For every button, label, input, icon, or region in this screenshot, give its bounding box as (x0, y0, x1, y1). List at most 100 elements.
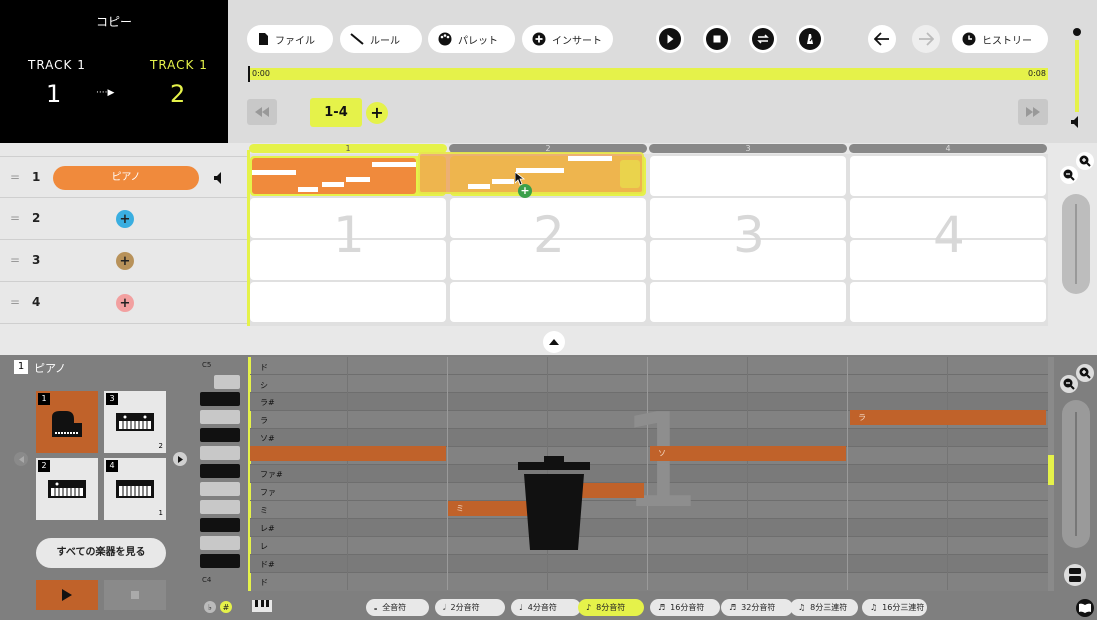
instrument-button[interactable]: ピアノ (53, 166, 199, 190)
drag-handle-icon[interactable]: = (10, 254, 20, 266)
clip-cell[interactable] (850, 282, 1046, 322)
white-key[interactable] (200, 482, 240, 496)
editor-vertical-scroll[interactable] (1062, 400, 1090, 548)
play-button[interactable] (656, 25, 684, 53)
note-label: ソ# (260, 434, 275, 443)
collapse-button[interactable] (543, 331, 565, 353)
preview-play-button[interactable] (36, 580, 98, 610)
redo-button[interactable] (912, 25, 940, 53)
white-key[interactable] (214, 375, 240, 389)
black-key[interactable] (200, 392, 240, 406)
clip-cell[interactable] (650, 282, 846, 322)
quarter-note-icon: ♩ (519, 603, 523, 612)
duration-sixteenth[interactable]: ♬ 16分音符 (650, 599, 720, 616)
file-button[interactable]: ファイル (247, 25, 333, 53)
keyboard-toggle-icon[interactable] (252, 600, 272, 612)
fast-forward-button[interactable] (1018, 99, 1048, 125)
clip-cell[interactable] (450, 282, 646, 322)
metronome-icon (799, 28, 821, 50)
white-key[interactable] (200, 446, 240, 460)
volume-slider[interactable] (1075, 40, 1079, 112)
duration-eighth-triplet[interactable]: ♫ 8分三連符 (790, 599, 858, 616)
preview-stop-button[interactable] (104, 580, 166, 610)
playhead-line[interactable] (247, 150, 250, 332)
vertical-scroll[interactable] (1062, 194, 1090, 294)
drag-handle-icon[interactable]: = (10, 212, 20, 224)
see-all-instruments-button[interactable]: すべての楽器を見る (36, 538, 166, 568)
track-row-3: = 3 + (0, 240, 248, 282)
flat-toggle[interactable]: ♭ (204, 601, 216, 613)
cards-next-button[interactable] (173, 452, 187, 466)
palette-icon (438, 32, 452, 46)
trash-icon[interactable] (518, 456, 590, 550)
card-badge: 2 (158, 442, 163, 450)
piano-roll-row (250, 573, 1048, 591)
metronome-button[interactable] (796, 25, 824, 53)
sharp-toggle[interactable]: # (220, 601, 232, 613)
duration-eighth[interactable]: ♪ 8分音符 (578, 599, 644, 616)
instrument-card-3[interactable]: 3 2 (104, 391, 166, 453)
bar-label-1[interactable]: 1 (249, 144, 447, 153)
add-instrument-button[interactable]: + (116, 294, 134, 312)
speaker-icon[interactable] (214, 172, 224, 184)
black-key[interactable] (200, 428, 240, 442)
duration-quarter[interactable]: ♩ 4分音符 (511, 599, 581, 616)
drag-handle-icon[interactable]: = (10, 171, 20, 183)
add-instrument-button[interactable]: + (116, 252, 134, 270)
insert-button[interactable]: インサート (522, 25, 613, 53)
note-block[interactable]: ラ (850, 410, 1046, 425)
clip-cell[interactable] (850, 156, 1046, 196)
volume-knob[interactable] (1073, 28, 1081, 36)
cards-prev-button[interactable] (14, 452, 28, 466)
duration-half[interactable]: 𝅗𝅥 2分音符 (435, 599, 505, 616)
instrument-card-2[interactable]: 2 (36, 458, 98, 520)
file-icon (259, 33, 268, 45)
black-key[interactable] (200, 464, 240, 478)
note-block[interactable]: ソ (650, 446, 846, 461)
duration-whole[interactable]: 𝅝 全音符 (366, 599, 429, 616)
rewind-button[interactable] (247, 99, 277, 125)
white-key[interactable] (200, 410, 240, 424)
duration-sixteenth-triplet[interactable]: ♫ 16分三連符 (862, 599, 927, 616)
zoom-in-button[interactable] (1076, 152, 1094, 170)
add-instrument-button[interactable]: + (116, 210, 134, 228)
note-label: ラ (260, 416, 268, 425)
clip-cell[interactable] (650, 156, 846, 196)
editor-zoom-out-button[interactable] (1060, 375, 1078, 393)
palette-button[interactable]: パレット (428, 25, 515, 53)
white-key[interactable] (200, 536, 240, 550)
zoom-out-button[interactable] (1060, 166, 1078, 184)
scroll-track (1075, 204, 1077, 284)
help-book-button[interactable] (1076, 599, 1094, 617)
clip-cell[interactable] (250, 282, 446, 322)
undo-button[interactable] (868, 25, 896, 53)
pitch-scroll-indicator[interactable] (1048, 455, 1054, 485)
editor-mode-button[interactable] (1064, 564, 1086, 586)
history-button[interactable]: ヒストリー (952, 25, 1048, 53)
zoom-out-icon (1063, 169, 1075, 181)
source-clip[interactable] (252, 158, 416, 194)
bar-label-3[interactable]: 3 (649, 144, 847, 153)
black-key[interactable] (200, 554, 240, 568)
beat-line (947, 357, 948, 590)
rule-button[interactable]: ルール (340, 25, 422, 53)
note-label: ファ# (260, 470, 283, 479)
timeline-bar[interactable] (248, 68, 1048, 80)
piano-roll-row (250, 537, 1048, 555)
white-key[interactable] (200, 500, 240, 514)
instrument-card-1[interactable]: 1 (36, 391, 98, 453)
track-number: 4 (32, 295, 41, 309)
stop-button[interactable] (703, 25, 731, 53)
drag-handle-icon[interactable]: = (10, 296, 20, 308)
editor-zoom-in-button[interactable] (1076, 364, 1094, 382)
range-display[interactable]: 1-4 (310, 98, 362, 127)
instrument-card-4[interactable]: 4 1 (104, 458, 166, 520)
black-key[interactable] (200, 518, 240, 532)
play-icon (659, 28, 681, 50)
bar-label-4[interactable]: 4 (849, 144, 1047, 153)
synth-icon (48, 480, 86, 498)
note-block[interactable] (250, 446, 446, 461)
duration-thirty-second[interactable]: ♬ 32分音符 (721, 599, 793, 616)
add-range-button[interactable]: + (366, 102, 388, 124)
loop-button[interactable] (749, 25, 777, 53)
